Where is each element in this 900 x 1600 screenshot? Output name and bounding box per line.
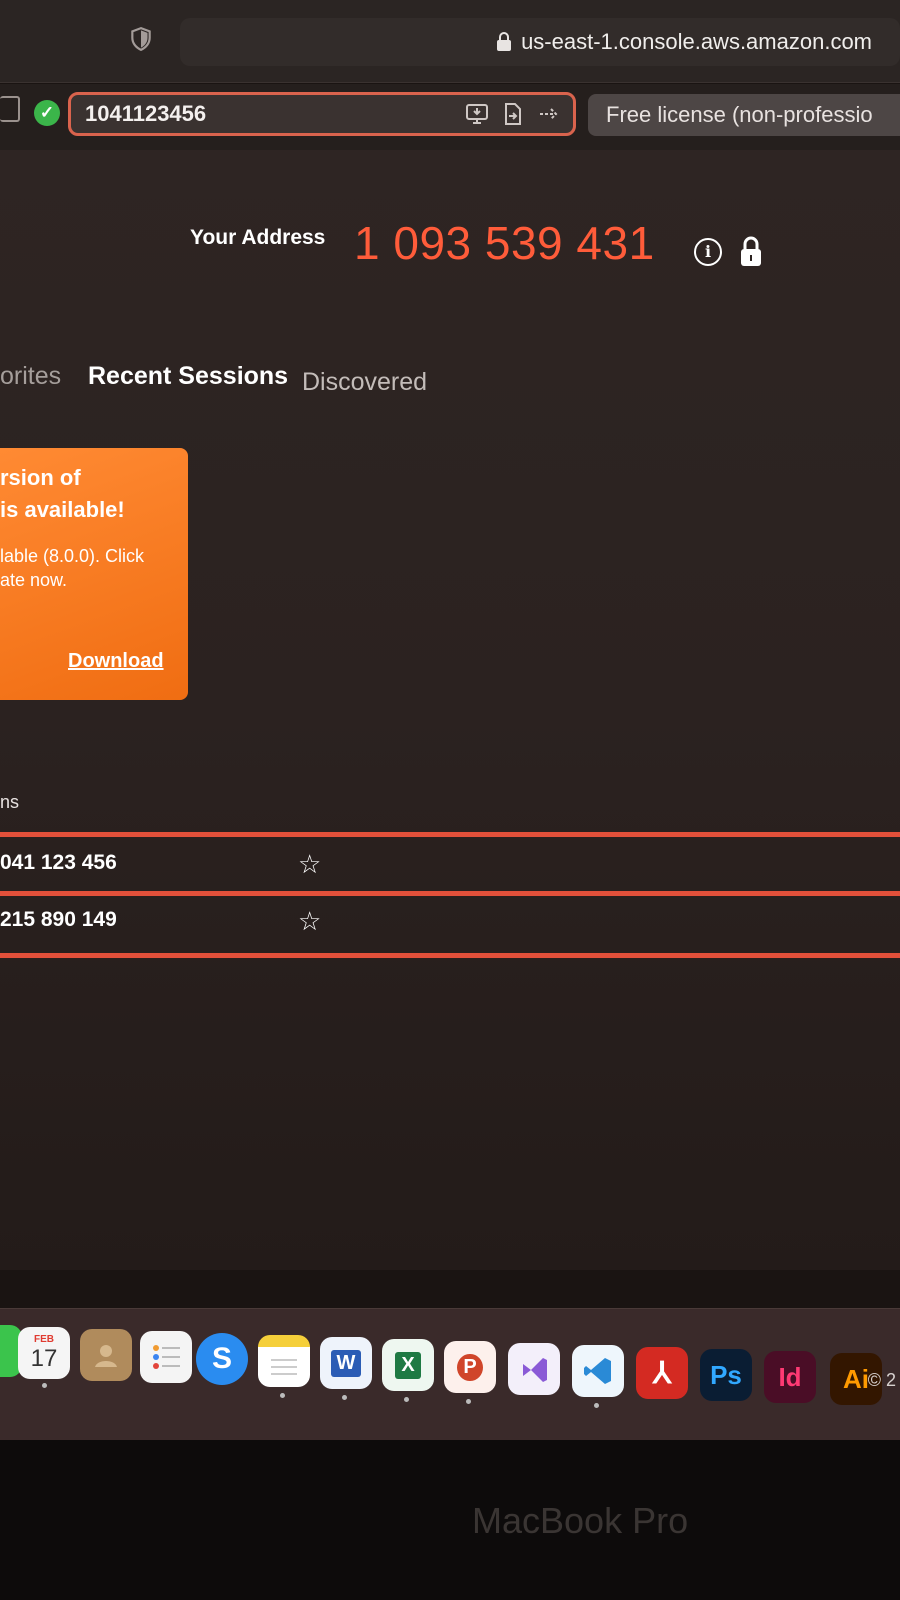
main-content [0, 150, 900, 1270]
license-badge[interactable]: Free license (non-professio [588, 94, 900, 136]
calendar-day: 17 [30, 1345, 58, 1372]
app-icon[interactable]: S [196, 1333, 248, 1385]
partner-id-value[interactable]: 1041123456 [85, 101, 206, 127]
excel-icon-label: X [395, 1351, 421, 1379]
connect-arrow-icon[interactable] [537, 102, 561, 126]
info-icon[interactable]: i [694, 238, 722, 266]
file-transfer-icon[interactable] [501, 102, 525, 126]
dock: FEB 17 S W X P ⅄ Ps Id Ai [0, 1308, 900, 1441]
photoshop-icon[interactable]: Ps [700, 1349, 752, 1401]
copyright: © 2 [867, 1370, 896, 1390]
sessions-section-label: ns [0, 792, 20, 812]
license-text: Free license (non-professio [606, 102, 873, 127]
tab-recent-sessions[interactable]: Recent Sessions [88, 362, 288, 391]
vscode-icon[interactable] [572, 1345, 624, 1397]
connection-status-icon: ✓ [34, 100, 60, 126]
calendar-icon[interactable]: FEB 17 [18, 1327, 70, 1379]
notes-icon[interactable] [258, 1335, 310, 1387]
visual-studio-icon[interactable] [508, 1343, 560, 1395]
powerpoint-icon[interactable]: P [444, 1341, 496, 1393]
excel-icon[interactable]: X [382, 1339, 434, 1391]
illustrator-icon-label: Ai [843, 1363, 869, 1394]
tab-favorites[interactable]: orites [0, 362, 61, 391]
shield-icon[interactable] [128, 26, 154, 52]
tab-discovered[interactable]: Discovered [302, 368, 427, 397]
reminders-icon[interactable] [140, 1331, 192, 1383]
url-text: us-east-1.console.aws.amazon.com [521, 29, 872, 54]
update-title-line2: is available! [0, 497, 125, 522]
update-body-line2: ate now. [0, 570, 68, 590]
browser-toolbar: us-east-1.console.aws.amazon.com [0, 0, 900, 83]
session-id[interactable]: 041 123 456 [0, 851, 117, 875]
url-field[interactable]: us-east-1.console.aws.amazon.com [180, 18, 900, 66]
laptop-bezel [0, 1440, 900, 1600]
session-row[interactable]: 215 890 149 ☆ [0, 894, 900, 958]
lock-icon [497, 32, 512, 51]
device-label: MacBook Pro [472, 1500, 689, 1541]
remote-control-icon[interactable] [465, 102, 489, 126]
lock-icon[interactable] [738, 236, 764, 268]
contacts-icon[interactable] [80, 1329, 132, 1381]
address-value[interactable]: 1 093 539 431 [354, 216, 655, 270]
session-row[interactable]: 041 123 456 ☆ [0, 832, 900, 896]
word-icon[interactable]: W [320, 1337, 372, 1389]
update-title-line1: rsion of [0, 465, 81, 490]
partner-id-input[interactable]: 1041123456 [68, 92, 576, 136]
session-id[interactable]: 215 890 149 [0, 908, 117, 932]
indesign-icon-label: Id [778, 1361, 802, 1392]
star-icon[interactable]: ☆ [298, 906, 321, 937]
window-icon[interactable] [0, 96, 20, 122]
photoshop-icon-label: Ps [710, 1359, 742, 1390]
update-notification: rsion of is available! lable (8.0.0). Cl… [0, 448, 188, 700]
acrobat-icon[interactable]: ⅄ [636, 1347, 688, 1399]
address-label: Your Address [190, 226, 326, 249]
indesign-icon[interactable]: Id [764, 1351, 816, 1403]
word-icon-label: W [330, 1349, 362, 1377]
powerpoint-icon-label: P [457, 1353, 483, 1381]
update-body-line1: lable (8.0.0). Click [0, 546, 145, 566]
download-link[interactable]: Download [68, 650, 164, 673]
star-icon[interactable]: ☆ [298, 849, 321, 880]
